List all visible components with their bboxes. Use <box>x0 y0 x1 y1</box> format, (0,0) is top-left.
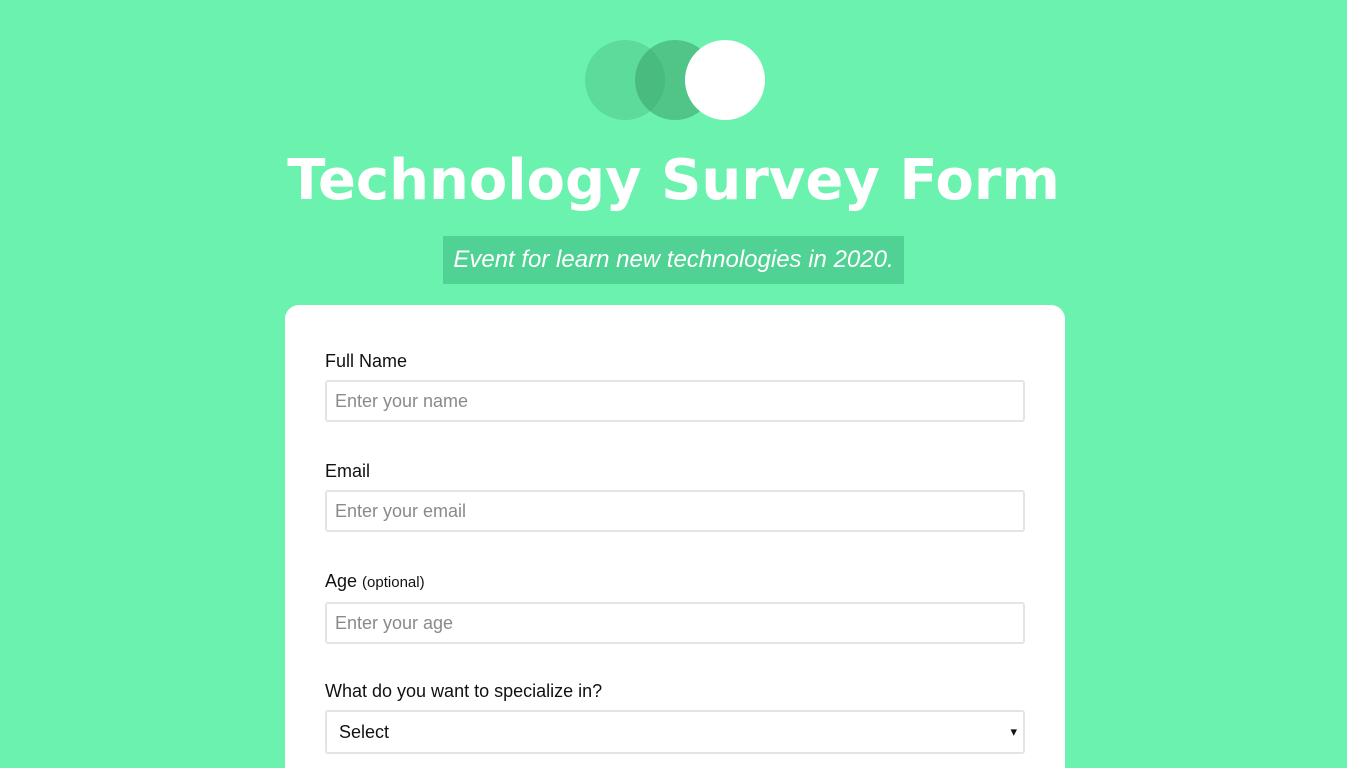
name-label: Full Name <box>325 351 408 371</box>
logo-circle-right <box>685 40 765 120</box>
page-title: Technology Survey Form <box>287 148 1060 213</box>
specialize-selected-value: Select <box>339 722 390 742</box>
age-optional-note: (optional) <box>362 574 425 591</box>
specialize-label: What do you want to specialize in? <box>325 681 603 701</box>
age-label-text: Age <box>325 571 358 591</box>
chevron-down-icon: ▾ <box>1010 724 1017 739</box>
description-wrapper: Event for learn new technologies in 2020… <box>0 236 1347 284</box>
age-group: Age (optional) <box>325 570 1025 644</box>
email-group: Email <box>325 460 1025 532</box>
logo-circles-icon <box>585 40 765 120</box>
age-input[interactable] <box>325 602 1025 644</box>
name-input[interactable] <box>325 380 1025 422</box>
name-group: Full Name <box>325 350 1025 422</box>
age-label: Age (optional) <box>325 570 1025 594</box>
specialize-select[interactable]: Select ▾ <box>325 710 1025 754</box>
survey-form: Full Name Email Age (optional) What do y… <box>285 305 1065 768</box>
email-input[interactable] <box>325 490 1025 532</box>
page-description: Event for learn new technologies in 2020… <box>443 236 904 284</box>
specialize-group: What do you want to specialize in? Selec… <box>325 680 1025 754</box>
survey-page: Technology Survey Form Event for learn n… <box>0 0 1347 768</box>
email-label: Email <box>325 461 371 481</box>
